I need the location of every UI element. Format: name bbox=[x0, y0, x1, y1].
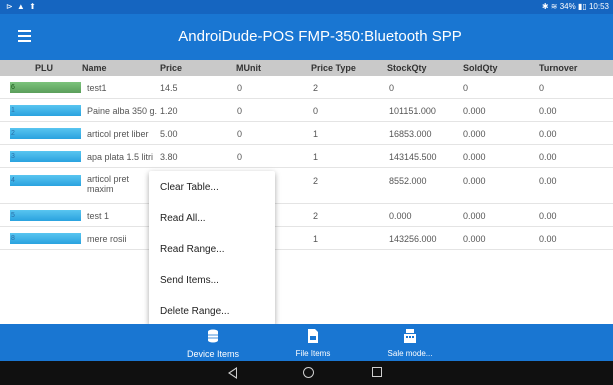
name-cell: articol pret liber bbox=[87, 129, 149, 139]
price-type-cell: 2 bbox=[313, 83, 319, 93]
plu-cell: 4 bbox=[10, 175, 81, 186]
col-header-price-type[interactable]: Price Type bbox=[311, 63, 356, 73]
cash-register-icon bbox=[404, 329, 416, 343]
nav-sale-mode[interactable]: Sale mode... bbox=[380, 324, 440, 361]
name-cell: mere rosii bbox=[87, 234, 127, 244]
munit-cell: 0 bbox=[237, 129, 243, 139]
sold-cell: 0 bbox=[463, 83, 469, 93]
plu-cell: 8 bbox=[10, 233, 81, 244]
context-menu: Clear Table... Read All... Read Range...… bbox=[149, 171, 275, 325]
sold-cell: 0.000 bbox=[463, 106, 486, 116]
price-type-cell: 2 bbox=[313, 176, 319, 186]
turnover-cell: 0.00 bbox=[539, 176, 557, 186]
turnover-cell: 0 bbox=[539, 83, 545, 93]
table-row[interactable]: 2 articol pret liber 5.00 0 1 16853.000 … bbox=[0, 124, 613, 145]
price-cell: 14.5 bbox=[160, 83, 178, 93]
menu-item-clear-table[interactable]: Clear Table... bbox=[160, 182, 219, 193]
price-cell: 5.00 bbox=[160, 129, 178, 139]
price-type-cell: 0 bbox=[313, 106, 319, 116]
col-header-name[interactable]: Name bbox=[82, 63, 107, 73]
stock-cell: 143145.500 bbox=[389, 152, 437, 162]
col-header-plu[interactable]: PLU bbox=[35, 63, 53, 73]
recent-apps-icon[interactable] bbox=[372, 367, 382, 377]
price-type-cell: 1 bbox=[313, 234, 319, 244]
col-header-price[interactable]: Price bbox=[160, 63, 182, 73]
plu-cell: 6 bbox=[10, 82, 81, 93]
table-row[interactable]: 6 test1 14.5 0 2 0 0 0 bbox=[0, 78, 613, 99]
munit-cell: 0 bbox=[237, 83, 243, 93]
sold-cell: 0.000 bbox=[463, 234, 486, 244]
table-row[interactable]: 8 mere rosii 1 143256.000 0.000 0.00 bbox=[0, 229, 613, 250]
price-type-cell: 1 bbox=[313, 129, 319, 139]
table-row[interactable]: 3 apa plata 1.5 litri 3.80 0 1 143145.50… bbox=[0, 147, 613, 168]
app-bar: AndroiDude-POS FMP-350:Bluetooth SPP bbox=[0, 14, 613, 60]
price-type-cell: 1 bbox=[313, 152, 319, 162]
nav-device-items[interactable]: Device Items bbox=[173, 324, 253, 361]
price-cell: 3.80 bbox=[160, 152, 178, 162]
stock-cell: 0 bbox=[389, 83, 395, 93]
database-icon bbox=[208, 329, 218, 343]
stock-cell: 8552.000 bbox=[389, 176, 427, 186]
nav-label: Device Items bbox=[186, 349, 239, 359]
stock-cell: 143256.000 bbox=[389, 234, 437, 244]
system-nav-bar bbox=[0, 361, 613, 385]
back-icon[interactable] bbox=[228, 367, 237, 379]
turnover-cell: 0.00 bbox=[539, 152, 557, 162]
table-row[interactable]: 1 Paine alba 350 g. 1.20 0 0 101151.000 … bbox=[0, 101, 613, 122]
file-icon bbox=[308, 329, 318, 343]
stock-cell: 0.000 bbox=[389, 211, 412, 221]
sold-cell: 0.000 bbox=[463, 129, 486, 139]
sold-cell: 0.000 bbox=[463, 152, 486, 162]
turnover-cell: 0.00 bbox=[539, 211, 557, 221]
menu-item-send-items[interactable]: Send Items... bbox=[160, 275, 219, 286]
plu-cell: 1 bbox=[10, 105, 81, 116]
name-cell: articol pret maxim bbox=[87, 174, 130, 194]
col-header-turnover[interactable]: Turnover bbox=[539, 63, 577, 73]
name-cell: test 1 bbox=[87, 211, 110, 221]
plu-cell: 2 bbox=[10, 128, 81, 139]
status-right-info: ✱ ≋ 34% ▮▯ 10:53 bbox=[541, 2, 609, 11]
col-header-munit[interactable]: MUnit bbox=[236, 63, 261, 73]
stock-cell: 101151.000 bbox=[389, 106, 436, 116]
nav-file-items[interactable]: File Items bbox=[283, 324, 343, 361]
nav-label: Sale mode... bbox=[387, 349, 433, 358]
home-icon[interactable] bbox=[303, 367, 314, 378]
munit-cell: 0 bbox=[237, 152, 243, 162]
price-cell: 1.20 bbox=[160, 106, 178, 116]
turnover-cell: 0.00 bbox=[539, 129, 557, 139]
app-title: AndroiDude-POS FMP-350:Bluetooth SPP bbox=[178, 28, 462, 45]
table-row[interactable]: 5 test 1 2 0.000 0.000 0.00 bbox=[0, 206, 613, 227]
name-cell: Paine alba 350 g. bbox=[87, 106, 158, 116]
price-type-cell: 2 bbox=[313, 211, 319, 221]
menu-item-read-all[interactable]: Read All... bbox=[160, 213, 206, 224]
sold-cell: 0.000 bbox=[463, 211, 486, 221]
menu-icon[interactable] bbox=[18, 27, 36, 47]
stock-cell: 16853.000 bbox=[389, 129, 432, 139]
table-row[interactable]: 4 articol pret maxim 2 8552.000 0.000 0.… bbox=[0, 170, 613, 204]
sold-cell: 0.000 bbox=[463, 176, 486, 186]
turnover-cell: 0.00 bbox=[539, 234, 557, 244]
name-cell: test1 bbox=[87, 83, 107, 93]
menu-item-read-range[interactable]: Read Range... bbox=[160, 244, 225, 255]
col-header-stockqty[interactable]: StockQty bbox=[387, 63, 427, 73]
status-bar: ⊳ ▲ ⬆ ✱ ≋ 34% ▮▯ 10:53 bbox=[0, 0, 613, 14]
table-header: PLU Name Price MUnit Price Type StockQty… bbox=[0, 60, 613, 76]
plu-cell: 3 bbox=[10, 151, 81, 162]
turnover-cell: 0.00 bbox=[539, 106, 557, 116]
status-left-icons: ⊳ ▲ ⬆ bbox=[6, 2, 37, 11]
plu-cell: 5 bbox=[10, 210, 81, 221]
name-cell: apa plata 1.5 litri bbox=[87, 152, 154, 162]
bottom-nav: Device Items File Items Sale mode... bbox=[0, 324, 613, 361]
col-header-soldqty[interactable]: SoldQty bbox=[463, 63, 498, 73]
menu-item-delete-range[interactable]: Delete Range... bbox=[160, 306, 230, 317]
munit-cell: 0 bbox=[237, 106, 243, 116]
nav-label: File Items bbox=[295, 349, 331, 358]
